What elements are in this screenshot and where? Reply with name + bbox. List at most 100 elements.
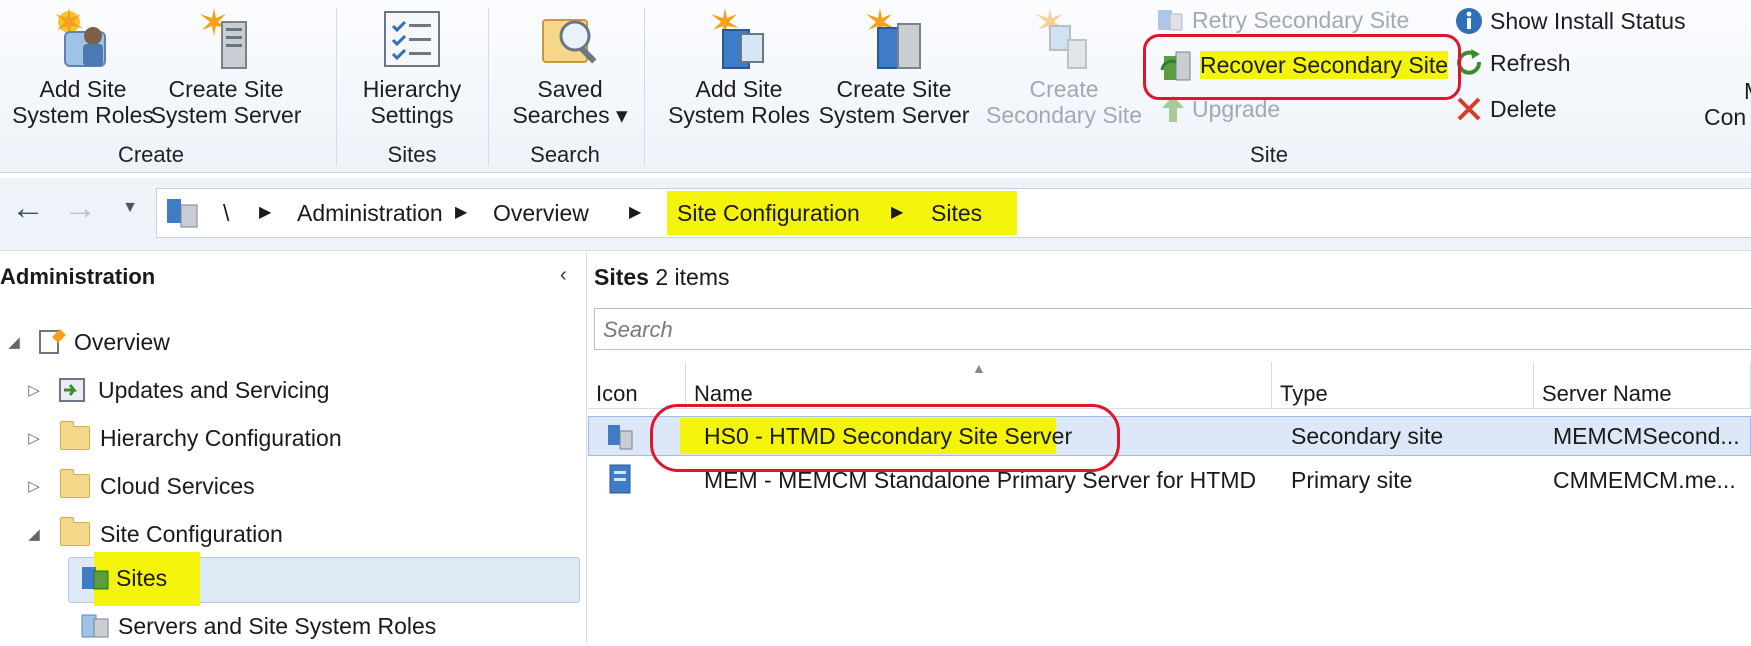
collapsed-arrow-icon[interactable]: ▷ <box>20 429 48 447</box>
breadcrumb-overview[interactable]: Overview <box>493 189 589 237</box>
create-secondary-site-icon <box>1036 8 1087 69</box>
header-divider <box>588 408 1751 409</box>
row-server-name: MEMCMSecond... <box>1553 423 1740 449</box>
add-site-system-roles-button[interactable]: Add Site System Roles <box>8 6 158 128</box>
address-bar: ← → ▼ \ ▶ Administration ▶ Overview ▶ Si… <box>0 178 1751 251</box>
retry-secondary-site-label: Retry Secondary Site <box>1192 7 1410 33</box>
cut-off-button[interactable]: M Con <box>1704 78 1751 130</box>
recover-secondary-site-button[interactable]: Recover Secondary Site <box>1160 48 1449 82</box>
cut-off-label-m: M <box>1730 78 1751 104</box>
column-header-name[interactable]: Name <box>686 362 1272 408</box>
delete-label: Delete <box>1490 96 1557 122</box>
navigation-pane-header: Administration <box>0 264 156 289</box>
collapsed-arrow-icon[interactable]: ▷ <box>20 477 48 495</box>
table-row[interactable]: MEM - MEMCM Standalone Primary Server fo… <box>588 461 1751 499</box>
breadcrumb-root[interactable]: \ <box>223 189 229 237</box>
breadcrumb-administration[interactable]: Administration <box>297 189 443 237</box>
upgrade-label: Upgrade <box>1192 96 1281 122</box>
tree-item-label: Cloud Services <box>100 472 255 499</box>
expanded-arrow-icon[interactable]: ◢ <box>0 333 28 351</box>
breadcrumb: \ ▶ Administration ▶ Overview ▶ Site Con… <box>156 188 1751 238</box>
hierarchy-settings-button[interactable]: Hierarchy Settings <box>346 6 478 128</box>
add-site-system-roles-site-label: Add Site System Roles <box>668 76 810 128</box>
tree-item-cloud-services[interactable]: ▷ Cloud Services <box>20 466 255 506</box>
row-type: Primary site <box>1291 467 1413 493</box>
refresh-icon <box>1457 49 1481 75</box>
recover-secondary-site-icon <box>1160 51 1191 81</box>
show-install-status-button[interactable]: Show Install Status <box>1454 6 1686 36</box>
folder-icon <box>60 517 90 546</box>
row-server-name: CMMEMCM.me... <box>1553 467 1736 493</box>
cut-off-label-con: Con <box>1704 104 1747 130</box>
hierarchy-settings-icon <box>384 11 440 67</box>
collapsed-arrow-icon[interactable]: ▷ <box>20 381 48 399</box>
list-title-main: Sites <box>594 264 649 290</box>
create-site-system-server-button[interactable]: Create Site System Server <box>150 6 302 128</box>
add-site-roles-icon <box>711 8 764 69</box>
history-dropdown-button[interactable]: ▼ <box>110 188 150 228</box>
row-type: Secondary site <box>1291 423 1444 449</box>
breadcrumb-separator-icon[interactable]: ▶ <box>629 189 641 237</box>
search-input[interactable]: Search <box>594 308 1751 350</box>
folder-icon <box>60 469 90 498</box>
ribbon: Add Site System Roles Create Site System… <box>0 0 1751 173</box>
delete-button[interactable]: Delete <box>1454 94 1556 124</box>
refresh-label: Refresh <box>1490 50 1571 76</box>
retry-secondary-site-icon <box>1158 10 1183 31</box>
delete-icon <box>1457 97 1481 121</box>
ribbon-group-search-label: Search <box>530 142 600 167</box>
tree-item-label: Sites <box>116 564 168 591</box>
retry-secondary-site-button[interactable]: Retry Secondary Site <box>1156 6 1409 34</box>
add-site-system-roles-label: Add Site System Roles <box>12 76 154 128</box>
hierarchy-settings-label: Hierarchy Settings <box>362 76 462 128</box>
tree-item-updates-and-servicing[interactable]: ▷ Updates and Servicing <box>20 370 329 410</box>
recover-secondary-site-label: Recover Secondary Site <box>1200 51 1449 79</box>
ribbon-group-site-label: Site <box>1250 142 1288 167</box>
table-row[interactable]: HS0 - HTMD Secondary Site Server Seconda… <box>588 417 1751 455</box>
ribbon-separator <box>488 8 489 166</box>
tree-item-label: Servers and Site System Roles <box>118 612 437 639</box>
list-title: Sites 2 items <box>594 264 730 291</box>
site-hierarchy-icon <box>167 199 198 228</box>
expanded-arrow-icon[interactable]: ◢ <box>20 525 48 543</box>
forward-button[interactable]: → <box>60 188 100 228</box>
create-secondary-site-button[interactable]: Create Secondary Site <box>984 6 1144 128</box>
tree-item-site-configuration[interactable]: ◢ Site Configuration <box>20 514 283 554</box>
create-site-server-icon <box>200 8 247 69</box>
breadcrumb-sites[interactable]: Sites <box>931 189 982 237</box>
folder-icon <box>60 421 90 450</box>
refresh-button[interactable]: Refresh <box>1454 48 1571 78</box>
back-button[interactable]: ← <box>8 188 48 228</box>
saved-searches-button[interactable]: Saved Searches ▾ <box>500 6 640 128</box>
ribbon-group-create-label: Create <box>117 142 185 167</box>
list-title-count: 2 items <box>655 264 730 290</box>
breadcrumb-site-configuration[interactable]: Site Configuration <box>677 189 860 237</box>
servers-roles-icon <box>81 614 109 638</box>
breadcrumb-separator-icon[interactable]: ▶ <box>455 189 467 237</box>
tree-item-hierarchy-configuration[interactable]: ▷ Hierarchy Configuration <box>20 418 342 458</box>
overview-icon <box>39 329 66 354</box>
tree-item-label: Hierarchy Configuration <box>100 424 342 451</box>
upgrade-icon <box>1162 96 1184 122</box>
tree-item-sites[interactable]: Sites <box>80 552 200 606</box>
tree-item-label: Updates and Servicing <box>98 376 330 403</box>
secondary-site-icon <box>608 425 633 450</box>
tree-item-overview[interactable]: ◢ Overview <box>0 322 170 362</box>
row-name: MEM - MEMCM Standalone Primary Server fo… <box>704 467 1257 493</box>
add-site-system-roles-site-button[interactable]: Add Site System Roles <box>664 6 814 128</box>
updates-servicing-icon <box>59 378 85 402</box>
create-site-server-icon <box>866 8 921 69</box>
column-header-server-name[interactable]: Server Name <box>1534 362 1751 408</box>
show-install-status-label: Show Install Status <box>1490 8 1686 34</box>
breadcrumb-separator-icon[interactable]: ▶ <box>891 189 903 237</box>
sites-icon <box>82 567 109 590</box>
column-header-icon[interactable]: Icon <box>588 362 686 408</box>
create-site-system-server-site-button[interactable]: Create Site System Server <box>816 6 972 128</box>
collapse-pane-button[interactable]: ‹ <box>560 264 567 287</box>
saved-searches-icon <box>542 19 597 64</box>
column-header-type[interactable]: Type <box>1272 362 1534 408</box>
tree-item-servers-and-site-system-roles[interactable]: Servers and Site System Roles <box>80 606 436 646</box>
upgrade-button[interactable]: Upgrade <box>1160 94 1280 124</box>
breadcrumb-separator-icon[interactable]: ▶ <box>259 189 271 237</box>
saved-searches-label: Saved Searches ▾ <box>512 76 628 128</box>
